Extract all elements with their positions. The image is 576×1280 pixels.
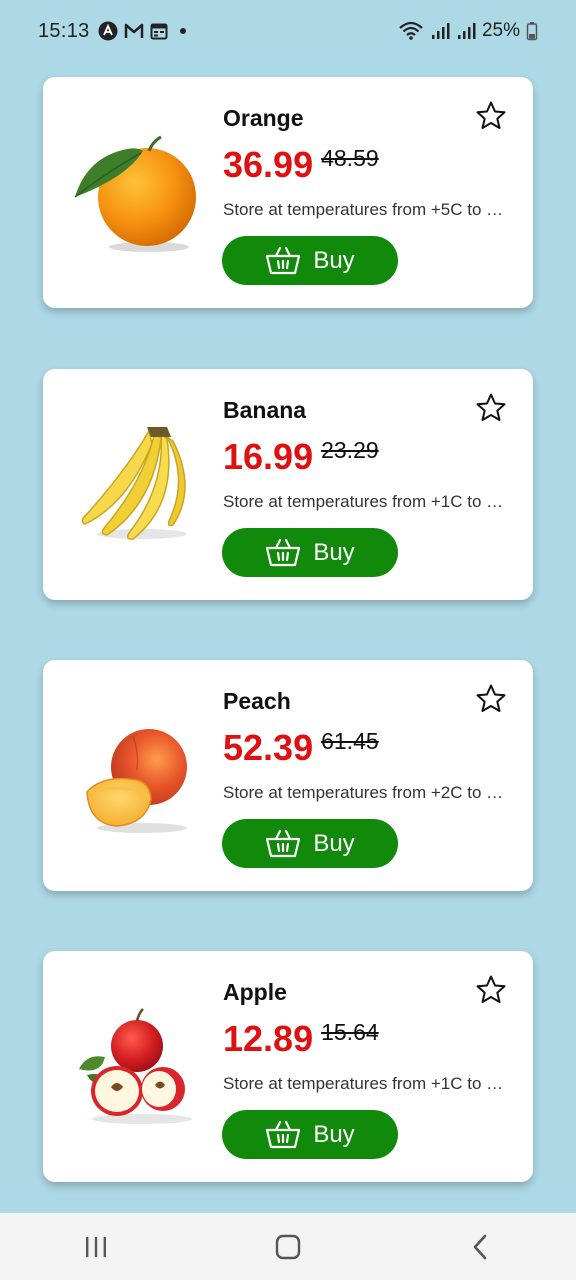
status-right: 25% bbox=[398, 20, 538, 42]
product-card-peach[interactable]: Peach 52.39 61.45 Store at temperatures … bbox=[43, 660, 533, 891]
back-button[interactable] bbox=[450, 1222, 510, 1272]
signal-icon bbox=[457, 23, 476, 39]
favorite-star-button[interactable] bbox=[474, 99, 508, 133]
gmail-icon bbox=[124, 23, 143, 38]
favorite-star-button[interactable] bbox=[474, 391, 508, 425]
price-row: 52.39 61.45 bbox=[223, 726, 379, 770]
dot-icon bbox=[179, 28, 186, 34]
old-price: 61.45 bbox=[321, 728, 379, 754]
product-description: Store at temperatures from +5C to +10C bbox=[223, 200, 513, 219]
basket-icon bbox=[266, 246, 301, 274]
home-button[interactable] bbox=[258, 1222, 318, 1272]
status-time: 15:13 bbox=[38, 19, 90, 42]
wifi-icon bbox=[399, 21, 423, 40]
old-price: 23.29 bbox=[321, 437, 379, 463]
product-card-orange[interactable]: Orange 36.99 48.59 Store at temperatures… bbox=[43, 77, 533, 308]
price-row: 12.89 15.64 bbox=[223, 1017, 379, 1061]
buy-button[interactable]: Buy bbox=[222, 1110, 398, 1159]
notification-icons bbox=[98, 21, 188, 41]
buy-label: Buy bbox=[313, 538, 355, 566]
status-left: 15:13 bbox=[38, 20, 188, 43]
buy-button[interactable]: Buy bbox=[222, 236, 398, 285]
calendar-icon bbox=[150, 23, 168, 40]
product-name: Peach bbox=[223, 688, 291, 714]
product-description: Store at temperatures from +1C to +4C bbox=[223, 1074, 513, 1093]
back-icon bbox=[473, 1234, 487, 1259]
price-row: 16.99 23.29 bbox=[223, 435, 379, 479]
product-name: Orange bbox=[223, 105, 304, 131]
current-price: 12.89 bbox=[223, 1018, 314, 1059]
system-nav-bar bbox=[0, 1213, 576, 1280]
old-price: 48.59 bbox=[321, 145, 379, 171]
old-price: 15.64 bbox=[321, 1019, 379, 1045]
signal-icon bbox=[431, 23, 450, 39]
basket-icon bbox=[266, 538, 301, 566]
buy-label: Buy bbox=[313, 829, 355, 857]
buy-label: Buy bbox=[313, 246, 355, 274]
product-card-apple[interactable]: Apple 12.89 15.64 Store at temperatures … bbox=[43, 951, 533, 1182]
a-circle-icon bbox=[98, 21, 118, 41]
basket-icon bbox=[266, 829, 301, 857]
battery-percent: 25% bbox=[481, 20, 520, 41]
star-icon bbox=[476, 101, 506, 129]
product-name: Banana bbox=[223, 397, 307, 423]
apple-image bbox=[79, 1008, 192, 1124]
basket-icon bbox=[266, 1120, 301, 1148]
current-price: 36.99 bbox=[223, 144, 314, 185]
star-icon bbox=[476, 975, 506, 1003]
orange-image bbox=[74, 135, 196, 252]
home-icon bbox=[275, 1234, 301, 1259]
screen: 15:13 25% Orange 36.99 48.59 Store at te… bbox=[0, 0, 576, 1280]
buy-label: Buy bbox=[313, 1120, 355, 1148]
banana-image bbox=[81, 427, 187, 540]
favorite-star-button[interactable] bbox=[474, 973, 508, 1007]
star-icon bbox=[476, 684, 506, 712]
peach-image bbox=[86, 729, 187, 833]
price-row: 36.99 48.59 bbox=[223, 143, 379, 187]
buy-button[interactable]: Buy bbox=[222, 528, 398, 577]
status-bar: 15:13 25% bbox=[0, 0, 576, 62]
recent-apps-button[interactable] bbox=[66, 1222, 126, 1272]
battery-icon bbox=[526, 22, 538, 41]
product-description: Store at temperatures from +2C to +6C bbox=[223, 783, 513, 802]
current-price: 52.39 bbox=[223, 727, 314, 768]
product-name: Apple bbox=[223, 979, 287, 1005]
star-icon bbox=[476, 393, 506, 421]
product-description: Store at temperatures from +1C to +5C bbox=[223, 492, 513, 511]
current-price: 16.99 bbox=[223, 436, 314, 477]
product-card-banana[interactable]: Banana 16.99 23.29 Store at temperatures… bbox=[43, 369, 533, 600]
recent-apps-icon bbox=[86, 1236, 106, 1257]
favorite-star-button[interactable] bbox=[474, 682, 508, 716]
buy-button[interactable]: Buy bbox=[222, 819, 398, 868]
